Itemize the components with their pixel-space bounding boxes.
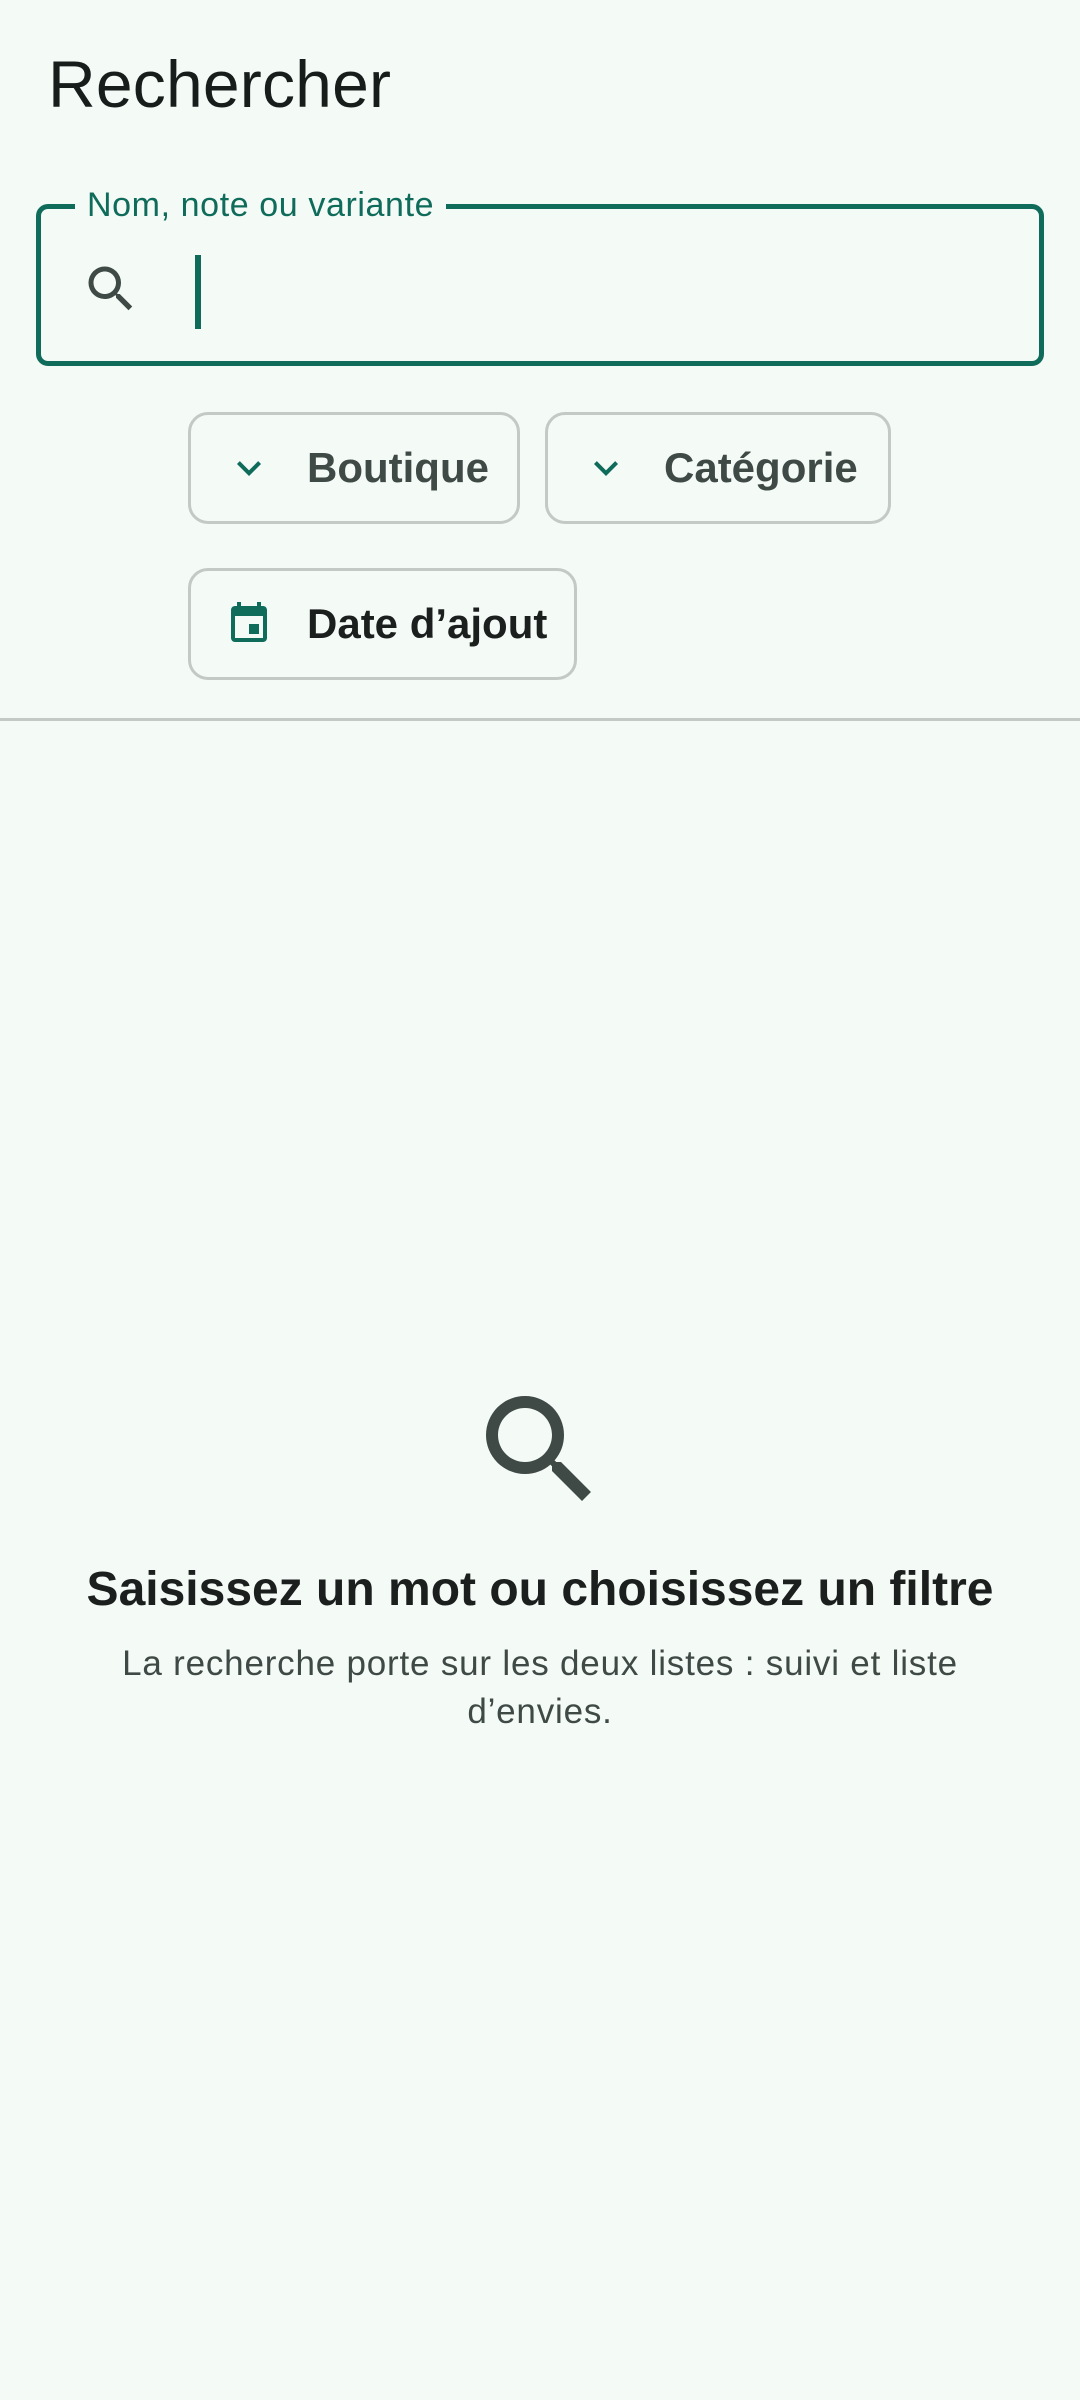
- calendar-icon: [231, 602, 267, 642]
- search-icon: [88, 266, 133, 311]
- filter-chip-categorie[interactable]: Catégorie: [545, 412, 891, 524]
- search-icon: [486, 1396, 591, 1501]
- chevron-down-icon: [237, 461, 261, 476]
- search-field-label: Nom, note ou variante: [75, 181, 447, 229]
- filter-chip-label: Boutique: [307, 444, 489, 491]
- filter-chip-boutique[interactable]: Boutique: [188, 412, 520, 524]
- empty-state-subtitle: La recherche porte sur les deux listes :…: [122, 1644, 958, 1731]
- text-caret: [195, 255, 201, 329]
- search-field[interactable]: Nom, note ou variante: [36, 181, 1044, 366]
- search-input[interactable]: [191, 245, 1011, 325]
- chevron-down-icon: [594, 461, 618, 476]
- filter-chip-date-ajout[interactable]: Date d’ajout: [188, 568, 577, 680]
- empty-state-title: Saisissez un mot ou choisissez un filtre: [86, 1563, 994, 1616]
- page-title: Rechercher: [48, 47, 392, 121]
- divider: [0, 718, 1080, 721]
- filter-chip-label: Catégorie: [664, 444, 858, 491]
- filter-chip-label: Date d’ajout: [307, 600, 548, 647]
